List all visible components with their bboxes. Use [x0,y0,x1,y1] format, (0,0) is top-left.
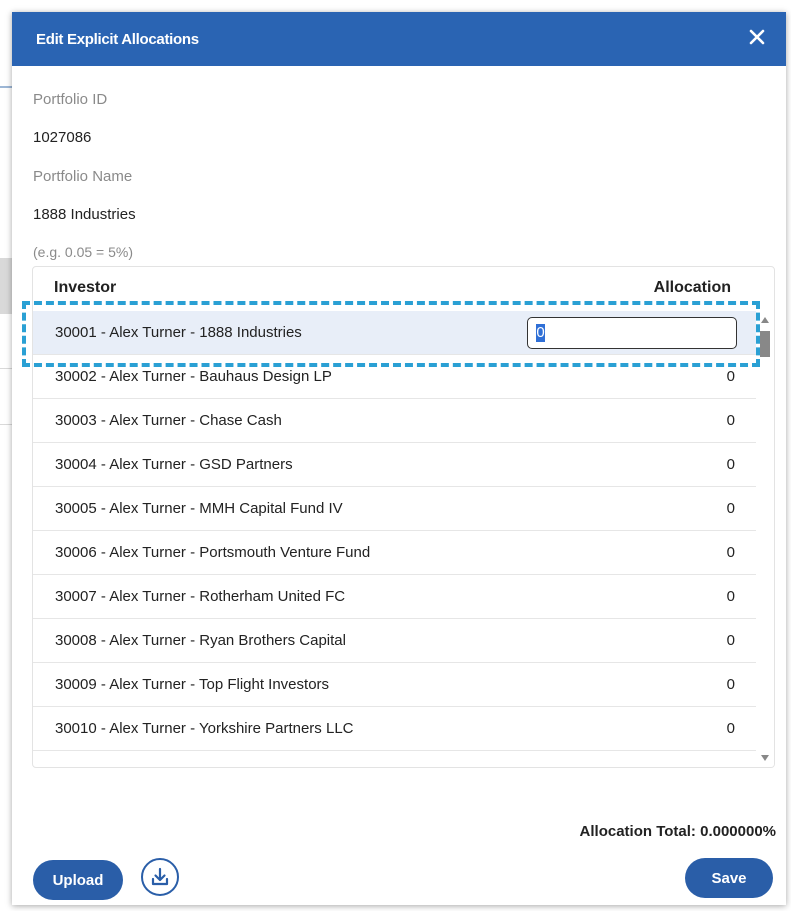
investor-cell: 30002 - Alex Turner - Bauhaus Design LP [55,368,332,385]
background-divider [0,424,12,425]
grid-scrollbar[interactable] [756,311,774,767]
scroll-down-arrow-icon[interactable] [761,755,769,761]
allocation-cell[interactable]: 0 [727,720,735,737]
investor-cell: 30008 - Alex Turner - Ryan Brothers Capi… [55,632,346,649]
table-row[interactable]: 30001 - Alex Turner - 1888 Industries 0 [33,311,756,355]
allocation-grid: Investor Allocation 30001 - Alex Turner … [32,266,775,768]
background-panel [0,258,12,314]
grid-header: Investor Allocation [33,267,774,312]
dialog-title: Edit Explicit Allocations [36,31,199,48]
table-row[interactable]: 30002 - Alex Turner - Bauhaus Design LP … [33,355,756,399]
portfolio-id-label: Portfolio ID [33,91,108,108]
allocation-total: Allocation Total: 0.000000% [579,823,776,840]
allocation-cell[interactable]: 0 [727,588,735,605]
allocation-cell[interactable]: 0 [727,632,735,649]
table-row[interactable]: 30008 - Alex Turner - Ryan Brothers Capi… [33,619,756,663]
allocation-cell[interactable]: 0 [727,500,735,517]
scroll-up-arrow-icon[interactable] [761,317,769,323]
allocation-cell[interactable]: 0 [727,456,735,473]
portfolio-name-value: 1888 Industries [33,206,136,223]
allocation-column-header[interactable]: Allocation [654,279,731,297]
allocation-input[interactable] [527,317,737,349]
table-row[interactable]: 30009 - Alex Turner - Top Flight Investo… [33,663,756,707]
investor-cell: 30004 - Alex Turner - GSD Partners [55,456,293,473]
investor-cell: 30009 - Alex Turner - Top Flight Investo… [55,676,330,693]
investor-cell: 30005 - Alex Turner - MMH Capital Fund I… [55,500,343,517]
background-divider [0,86,12,88]
upload-button[interactable]: Upload [33,860,123,900]
allocation-cell[interactable]: 0 [727,412,735,429]
investor-cell: 30003 - Alex Turner - Chase Cash [55,412,282,429]
table-row[interactable]: 30006 - Alex Turner - Portsmouth Venture… [33,531,756,575]
scroll-thumb[interactable] [760,331,770,357]
table-row[interactable]: 30005 - Alex Turner - MMH Capital Fund I… [33,487,756,531]
close-icon[interactable] [746,26,768,48]
investor-cell: 30006 - Alex Turner - Portsmouth Venture… [55,544,371,561]
download-icon[interactable] [141,858,179,896]
investor-column-header[interactable]: Investor [54,279,116,297]
edit-allocations-dialog: Edit Explicit Allocations Portfolio ID 1… [12,12,786,905]
table-row[interactable]: 30004 - Alex Turner - GSD Partners 0 [33,443,756,487]
allocation-hint: (e.g. 0.05 = 5%) [33,244,134,260]
save-button[interactable]: Save [685,858,773,898]
allocation-cell[interactable]: 0 [727,368,735,385]
portfolio-id-value: 1027086 [33,129,92,146]
dialog-header: Edit Explicit Allocations [12,12,786,66]
table-row[interactable]: 30010 - Alex Turner - Yorkshire Partners… [33,707,756,751]
investor-cell: 30010 - Alex Turner - Yorkshire Partners… [55,720,354,737]
table-row[interactable]: 30007 - Alex Turner - Rotherham United F… [33,575,756,619]
allocation-cell[interactable]: 0 [727,676,735,693]
portfolio-name-label: Portfolio Name [33,168,133,185]
allocation-cell[interactable]: 0 [727,544,735,561]
investor-cell: 30007 - Alex Turner - Rotherham United F… [55,588,346,605]
investor-cell: 30001 - Alex Turner - 1888 Industries [55,324,302,341]
background-divider [0,368,12,369]
table-row[interactable]: 30003 - Alex Turner - Chase Cash 0 [33,399,756,443]
